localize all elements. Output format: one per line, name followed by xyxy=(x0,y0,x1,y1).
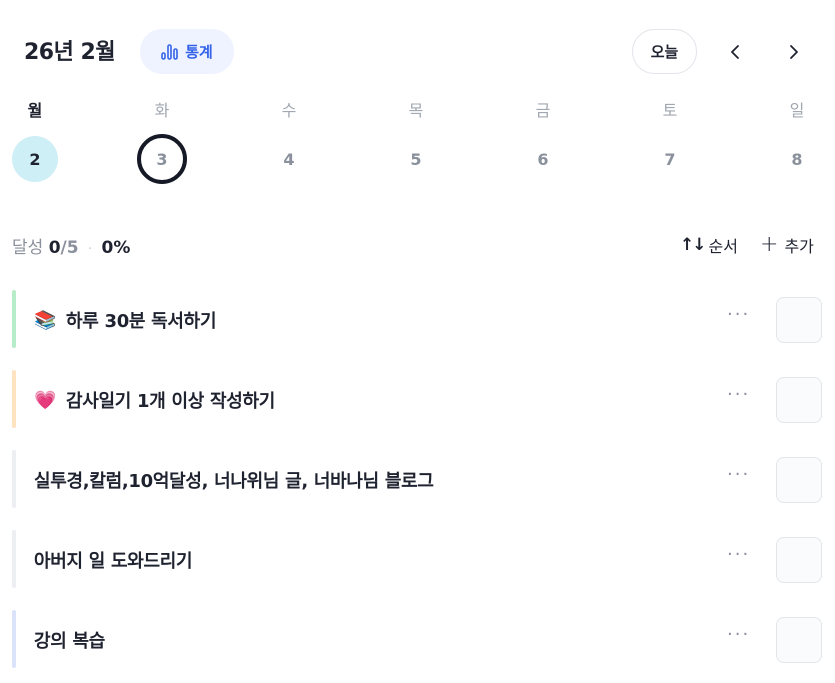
task-title: 강의 복습 xyxy=(34,631,106,652)
summary-separator: · xyxy=(87,242,93,257)
task-color-bar xyxy=(12,450,16,508)
next-week-button[interactable] xyxy=(781,38,807,66)
more-options-icon[interactable]: ··· xyxy=(727,624,750,645)
task-checkbox[interactable] xyxy=(776,297,822,343)
task-item[interactable]: 실투경,칼럼,10억달성, 너나위님 글, 너바나님 블로그 ··· xyxy=(12,450,822,508)
task-label: 💗 감사일기 1개 이상 작성하기 xyxy=(34,387,275,413)
add-button[interactable]: + 추가 xyxy=(760,233,814,257)
more-options-icon[interactable]: ··· xyxy=(727,304,750,325)
prev-week-button[interactable] xyxy=(722,38,748,66)
achievement-percent: 0% xyxy=(101,238,131,258)
weekday-label: 토 xyxy=(662,101,678,120)
stats-label: 통계 xyxy=(185,43,213,61)
sort-button[interactable]: ↑↓ 순서 xyxy=(680,233,738,257)
date-cell[interactable]: 5 xyxy=(393,136,439,182)
heart-icon: 💗 xyxy=(34,389,57,411)
weekday-label: 화 xyxy=(154,101,170,120)
more-options-icon[interactable]: ··· xyxy=(727,544,750,565)
date-cell[interactable]: 6 xyxy=(520,136,566,182)
weekday-label: 금 xyxy=(535,101,551,120)
add-label: 추가 xyxy=(784,237,814,256)
task-item[interactable]: 아버지 일 도와드리기 ··· xyxy=(12,530,822,588)
task-item[interactable]: 💗 감사일기 1개 이상 작성하기 ··· xyxy=(12,370,822,428)
task-color-bar xyxy=(12,290,16,348)
task-title: 감사일기 1개 이상 작성하기 xyxy=(66,391,275,412)
more-options-icon[interactable]: ··· xyxy=(727,384,750,405)
task-label: 실투경,칼럼,10억달성, 너나위님 글, 너바나님 블로그 xyxy=(34,467,434,493)
task-color-bar xyxy=(12,530,16,588)
weekday-label: 일 xyxy=(789,101,805,120)
more-options-icon[interactable]: ··· xyxy=(727,464,750,485)
task-color-bar xyxy=(12,610,16,668)
done-count: 0 xyxy=(48,238,61,258)
stats-button[interactable]: 통계 xyxy=(140,29,234,74)
chevron-left-icon xyxy=(731,45,739,59)
summary-label: 달성 xyxy=(12,238,44,258)
task-title: 하루 30분 독서하기 xyxy=(66,311,217,332)
month-title: 26년 2월 xyxy=(24,40,116,65)
books-icon: 📚 xyxy=(34,309,57,331)
sort-icon: ↑↓ xyxy=(680,235,706,255)
date-cell[interactable]: 8 xyxy=(774,136,820,182)
task-label: 아버지 일 도와드리기 xyxy=(34,547,193,573)
task-checkbox[interactable] xyxy=(776,537,822,583)
bar-chart-icon xyxy=(161,43,178,60)
task-checkbox[interactable] xyxy=(776,457,822,503)
task-checkbox[interactable] xyxy=(776,377,822,423)
date-cell-today[interactable]: 3 xyxy=(137,134,187,184)
chevron-right-icon xyxy=(790,45,798,59)
weekday-label: 목 xyxy=(408,101,424,120)
task-item[interactable]: 📚 하루 30분 독서하기 ··· xyxy=(12,290,822,348)
task-title: 아버지 일 도와드리기 xyxy=(34,551,193,572)
weekday-label: 수 xyxy=(281,101,297,120)
plus-icon: + xyxy=(760,232,779,257)
task-item[interactable]: 강의 복습 ··· xyxy=(12,610,822,668)
date-cell[interactable]: 4 xyxy=(266,136,312,182)
task-checkbox[interactable] xyxy=(776,617,822,663)
date-cell[interactable]: 7 xyxy=(647,136,693,182)
task-title: 실투경,칼럼,10억달성, 너나위님 글, 너바나님 블로그 xyxy=(34,471,434,492)
task-label: 📚 하루 30분 독서하기 xyxy=(34,307,217,333)
weekday-label: 월 xyxy=(27,101,43,120)
date-cell-selected[interactable]: 2 xyxy=(12,136,58,182)
task-color-bar xyxy=(12,370,16,428)
calendar-header: 26년 2월 통계 오늘 xyxy=(0,0,835,100)
sort-label: 순서 xyxy=(708,237,738,256)
total-count: /5 xyxy=(60,238,79,258)
task-label: 강의 복습 xyxy=(34,627,105,653)
today-button[interactable]: 오늘 xyxy=(632,29,697,74)
achievement-summary: 달성 0/5 · 0% xyxy=(12,233,130,258)
